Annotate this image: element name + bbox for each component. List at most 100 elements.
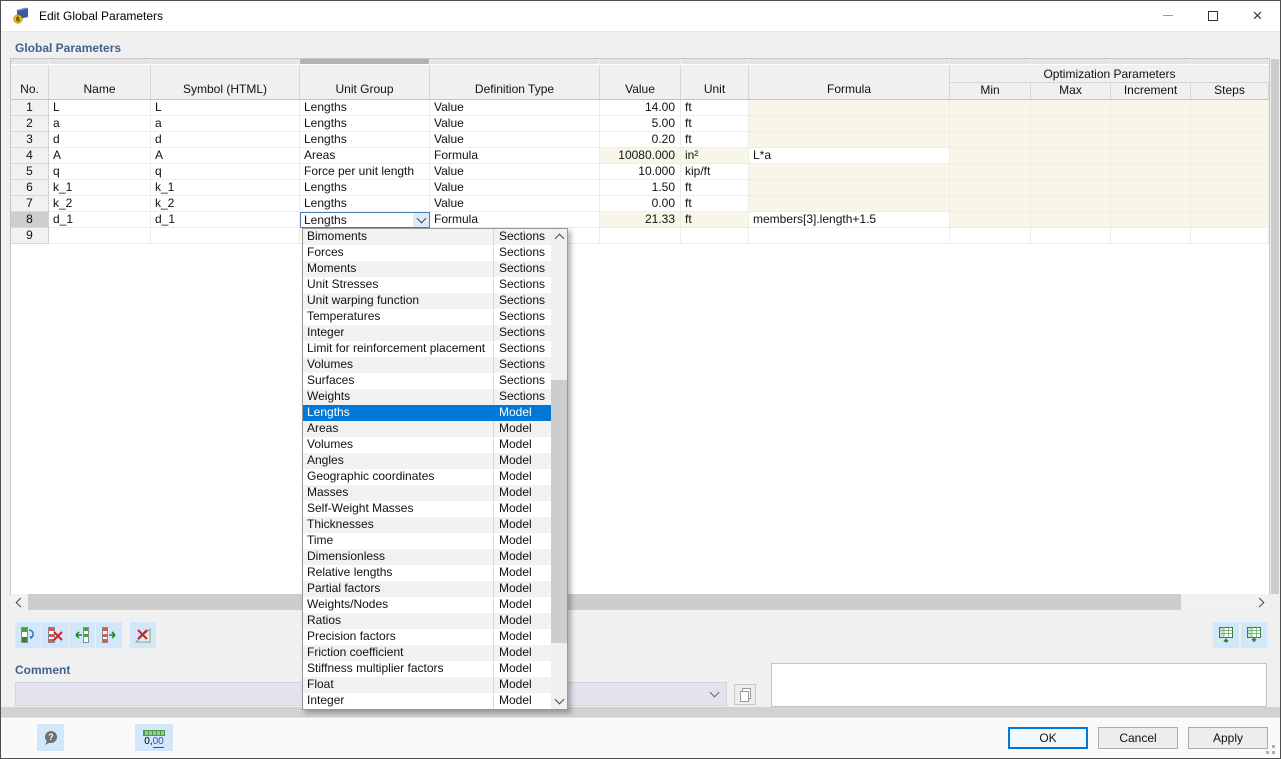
cell-8-min[interactable] <box>950 212 1031 228</box>
row-header[interactable]: 3 <box>11 132 49 148</box>
cell-9-increment[interactable] <box>1111 228 1191 244</box>
cell-6-unit_group[interactable]: Lengths <box>300 180 430 196</box>
column-strip-definition_type[interactable] <box>430 59 599 65</box>
column-strip-unit_group[interactable] <box>300 59 429 65</box>
cell-3-max[interactable] <box>1031 132 1111 148</box>
ok-button[interactable]: OK <box>1008 727 1088 749</box>
dropdown-item[interactable]: TimeModel <box>303 533 551 549</box>
dropdown-scroll-up-button[interactable] <box>551 229 567 245</box>
cell-6-symbol[interactable]: k_1 <box>151 180 300 196</box>
cell-6-name[interactable]: k_1 <box>49 180 151 196</box>
dropdown-item[interactable]: VolumesModel <box>303 437 551 453</box>
cell-3-unit[interactable]: ft <box>681 132 749 148</box>
cell-4-max[interactable] <box>1031 148 1111 164</box>
cell-6-max[interactable] <box>1031 180 1111 196</box>
dropdown-scrollbar[interactable] <box>551 229 567 709</box>
row-header[interactable]: 8 <box>11 212 49 228</box>
cell-3-formula[interactable] <box>749 132 950 148</box>
column-strip-symbol[interactable] <box>151 59 299 65</box>
cell-2-unit[interactable]: ft <box>681 116 749 132</box>
cell-9-min[interactable] <box>950 228 1031 244</box>
column-strip-formula[interactable] <box>749 59 949 65</box>
cell-4-min[interactable] <box>950 148 1031 164</box>
row-header[interactable]: 9 <box>11 228 49 244</box>
copy-comment-button[interactable] <box>734 684 756 705</box>
cell-8-symbol[interactable]: d_1 <box>151 212 300 228</box>
dropdown-item[interactable]: Partial factorsModel <box>303 581 551 597</box>
export-to-excel-button[interactable] <box>1213 622 1239 648</box>
dropdown-item[interactable]: WeightsSections <box>303 389 551 405</box>
cell-9-max[interactable] <box>1031 228 1111 244</box>
dropdown-item[interactable]: ThicknessesModel <box>303 517 551 533</box>
dropdown-item[interactable]: MomentsSections <box>303 261 551 277</box>
dropdown-item[interactable]: BimomentsSections <box>303 229 551 245</box>
cell-1-steps[interactable] <box>1191 100 1269 116</box>
dropdown-item[interactable]: RatiosModel <box>303 613 551 629</box>
cell-5-name[interactable]: q <box>49 164 151 180</box>
cell-3-symbol[interactable]: d <box>151 132 300 148</box>
cell-1-definition_type[interactable]: Value <box>430 100 600 116</box>
cell-5-formula[interactable] <box>749 164 950 180</box>
cell-2-max[interactable] <box>1031 116 1111 132</box>
cell-9-name[interactable] <box>49 228 151 244</box>
cell-8-value[interactable]: 21.33 <box>600 212 681 228</box>
cell-1-max[interactable] <box>1031 100 1111 116</box>
cell-5-symbol[interactable]: q <box>151 164 300 180</box>
cell-5-max[interactable] <box>1031 164 1111 180</box>
dropdown-item[interactable]: Stiffness multiplier factorsModel <box>303 661 551 677</box>
column-strip-no[interactable] <box>11 59 48 65</box>
row-header[interactable]: 1 <box>11 100 49 116</box>
cell-1-formula[interactable] <box>749 100 950 116</box>
row-header[interactable]: 5 <box>11 164 49 180</box>
dropdown-item[interactable]: ForcesSections <box>303 245 551 261</box>
cell-7-min[interactable] <box>950 196 1031 212</box>
dropdown-item[interactable]: TemperaturesSections <box>303 309 551 325</box>
cell-6-definition_type[interactable]: Value <box>430 180 600 196</box>
row-header[interactable]: 6 <box>11 180 49 196</box>
dropdown-item[interactable]: FloatModel <box>303 677 551 693</box>
cell-1-name[interactable]: L <box>49 100 151 116</box>
cell-5-value[interactable]: 10.000 <box>600 164 681 180</box>
column-strip-unit[interactable] <box>681 59 748 65</box>
cell-9-unit[interactable] <box>681 228 749 244</box>
cell-2-symbol[interactable]: a <box>151 116 300 132</box>
cell-8-max[interactable] <box>1031 212 1111 228</box>
cell-1-unit_group[interactable]: Lengths <box>300 100 430 116</box>
cell-1-min[interactable] <box>950 100 1031 116</box>
cell-6-formula[interactable] <box>749 180 950 196</box>
dropdown-item[interactable]: VolumesSections <box>303 357 551 373</box>
cell-4-symbol[interactable]: A <box>151 148 300 164</box>
minimize-button[interactable] <box>1145 1 1190 30</box>
cell-5-unit_group[interactable]: Force per unit length <box>300 164 430 180</box>
cell-1-increment[interactable] <box>1111 100 1191 116</box>
dropdown-item[interactable]: AnglesModel <box>303 453 551 469</box>
dropdown-item[interactable]: Precision factorsModel <box>303 629 551 645</box>
cell-7-symbol[interactable]: k_2 <box>151 196 300 212</box>
dropdown-item[interactable]: MassesModel <box>303 485 551 501</box>
scroll-right-button[interactable] <box>1252 594 1269 610</box>
dropdown-item[interactable]: Weights/NodesModel <box>303 597 551 613</box>
insert-row-new-button[interactable] <box>15 622 41 648</box>
cell-3-value[interactable]: 0.20 <box>600 132 681 148</box>
cell-2-name[interactable]: a <box>49 116 151 132</box>
dropdown-item[interactable]: SurfacesSections <box>303 373 551 389</box>
column-strip-name[interactable] <box>49 59 150 65</box>
cell-5-min[interactable] <box>950 164 1031 180</box>
cell-8-name[interactable]: d_1 <box>49 212 151 228</box>
row-header[interactable]: 4 <box>11 148 49 164</box>
cell-7-name[interactable]: k_2 <box>49 196 151 212</box>
column-strip-value[interactable] <box>600 59 680 65</box>
cell-3-unit_group[interactable]: Lengths <box>300 132 430 148</box>
cell-9-value[interactable] <box>600 228 681 244</box>
dropdown-item[interactable]: AreasModel <box>303 421 551 437</box>
maximize-button[interactable] <box>1190 1 1235 30</box>
cell-7-formula[interactable] <box>749 196 950 212</box>
dropdown-item[interactable]: Relative lengthsModel <box>303 565 551 581</box>
move-row-button[interactable] <box>96 622 122 648</box>
cell-7-steps[interactable] <box>1191 196 1269 212</box>
dropdown-item[interactable]: Geographic coordinatesModel <box>303 469 551 485</box>
cell-7-value[interactable]: 0.00 <box>600 196 681 212</box>
cell-1-symbol[interactable]: L <box>151 100 300 116</box>
cell-8-increment[interactable] <box>1111 212 1191 228</box>
cell-3-increment[interactable] <box>1111 132 1191 148</box>
